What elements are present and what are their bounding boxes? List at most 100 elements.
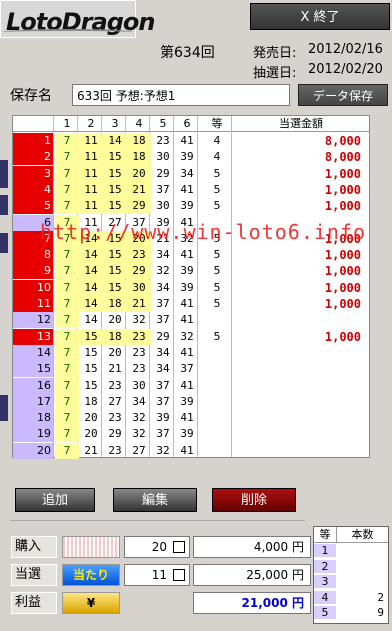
win-count: 11 [124,564,190,586]
row-prize [251,378,361,394]
exit-button[interactable]: X 終了 [250,3,390,30]
row-grade [205,361,229,377]
side-tab[interactable] [0,160,8,188]
grid-number: 7 [55,149,79,166]
grade-count: 9 [377,606,384,619]
row-grade: 4 [213,134,221,147]
save-name-input[interactable]: 633回 予想:予想1 [72,84,290,106]
grid-number: 29 [156,329,170,343]
grid-number: 39 [180,150,194,164]
grid-number: 37 [156,427,170,441]
grid-number: 20 [108,313,122,327]
grade-row: 2 [314,559,388,573]
grid-number: 23 [127,328,151,345]
grid-number: 39 [180,280,194,294]
table-row[interactable]: 15 7 15 21 23 34 37 [13,361,369,378]
grid-number: 29 [156,166,170,180]
table-row[interactable]: 18 7 20 23 32 39 41 [13,410,369,427]
row-prize: 1,000 [324,264,361,279]
grid-header-cell[interactable]: 等 [205,116,229,132]
grid-number: 18 [84,394,98,408]
save-name-label: 保存名 [10,88,52,104]
profit-label: 利益 [11,592,57,614]
grid-number: 7 [55,198,79,215]
grade-label: 3 [314,575,336,588]
row-grade [205,378,229,394]
table-row[interactable]: 12 7 14 20 32 37 41 [13,312,369,329]
table-row[interactable]: 16 7 15 23 30 37 41 [13,377,369,394]
edit-button[interactable]: 編集 [113,488,197,512]
grid-number: 7 [55,442,79,459]
grid-number: 15 [103,279,127,296]
table-row[interactable]: 19 7 20 29 32 37 39 [13,426,369,443]
profit-amount: 21,000 円 [193,592,311,614]
table-row[interactable]: 20 7 21 23 27 32 41 [13,442,369,459]
side-tab[interactable] [0,395,8,421]
grid-number: 15 [84,345,98,359]
grade-row: 3 [314,575,388,588]
table-row[interactable]: 10 7 14 15 30 34 39 5 1,000 [13,279,369,296]
grid-number: 30 [132,378,146,392]
grid-number: 7 [55,296,79,312]
row-prize: 1,000 [324,199,361,214]
table-row[interactable]: 4 7 11 15 21 37 41 5 1,000 [13,181,369,198]
row-grade [205,410,229,426]
table-row[interactable]: 1 7 11 14 18 23 41 4 8,000 [13,133,369,149]
grid-number: 15 [103,165,127,182]
delete-button[interactable]: 削除 [212,488,296,512]
grid-header-cell[interactable]: 1 [55,116,79,132]
grid-number: 39 [180,264,194,278]
grid-number: 7 [55,426,79,443]
grid-header-cell[interactable]: 6 [175,116,199,132]
grid-header-cell[interactable]: 4 [127,116,151,132]
grid-number: 7 [55,410,79,427]
table-row[interactable]: 9 7 14 15 29 32 39 5 1,000 [13,263,369,280]
row-number: 10 [13,279,53,296]
grid-number: 34 [180,166,194,180]
grid-number: 41 [180,378,194,392]
grade-label: 1 [314,544,336,557]
grid-header-cell[interactable]: 2 [79,116,103,132]
row-prize [251,361,361,377]
table-row[interactable]: 5 7 11 15 29 30 39 5 1,000 [13,198,369,215]
table-row[interactable]: 13 7 15 18 23 29 32 5 1,000 [13,328,369,345]
row-number: 14 [13,344,53,361]
row-grade: 5 [213,182,221,196]
table-row[interactable]: 11 7 14 18 21 37 41 5 1,000 [13,296,369,312]
grid-number: 39 [156,411,170,425]
grid-number: 34 [156,248,170,262]
grid-number: 15 [103,247,127,264]
grid-number: 30 [127,279,151,296]
grid-number: 41 [180,297,194,310]
grid-number: 14 [79,279,103,296]
table-row[interactable]: 17 7 18 27 34 37 39 [13,393,369,410]
grid-number: 39 [180,427,194,441]
grid-number: 15 [84,378,98,392]
table-row[interactable]: 14 7 15 20 23 34 41 [13,344,369,361]
grid-number: 23 [132,362,146,376]
row-prize: 1,000 [324,248,361,263]
row-number: 19 [13,426,53,443]
grid-header-cell[interactable]: 3 [103,116,127,132]
logo-swoosh [3,29,133,35]
table-row[interactable]: 8 7 14 15 23 34 41 5 1,000 [13,247,369,264]
grid-header-cell[interactable]: 5 [151,116,175,132]
grid-number: 15 [103,263,127,280]
grid-number: 37 [156,182,170,196]
purchase-count: 20 [124,536,190,558]
grid-header-cell[interactable]: 当選金額 [233,116,369,132]
data-save-button[interactable]: データ保存 [298,84,388,106]
table-row[interactable]: 2 7 11 15 18 30 39 4 8,000 [13,149,369,166]
row-prize: 1,000 [324,297,361,311]
side-tab[interactable] [0,233,8,253]
row-number: 4 [13,181,53,198]
grid-number: 30 [156,199,170,213]
add-button[interactable]: 追加 [15,488,95,512]
grid-number: 7 [55,328,79,345]
grid-number: 37 [156,378,170,392]
side-tab[interactable] [0,195,8,215]
grid-number: 32 [156,443,170,457]
row-grade: 5 [213,248,221,262]
row-grade: 4 [213,150,221,164]
table-row[interactable]: 3 7 11 15 20 29 34 5 1,000 [13,165,369,182]
